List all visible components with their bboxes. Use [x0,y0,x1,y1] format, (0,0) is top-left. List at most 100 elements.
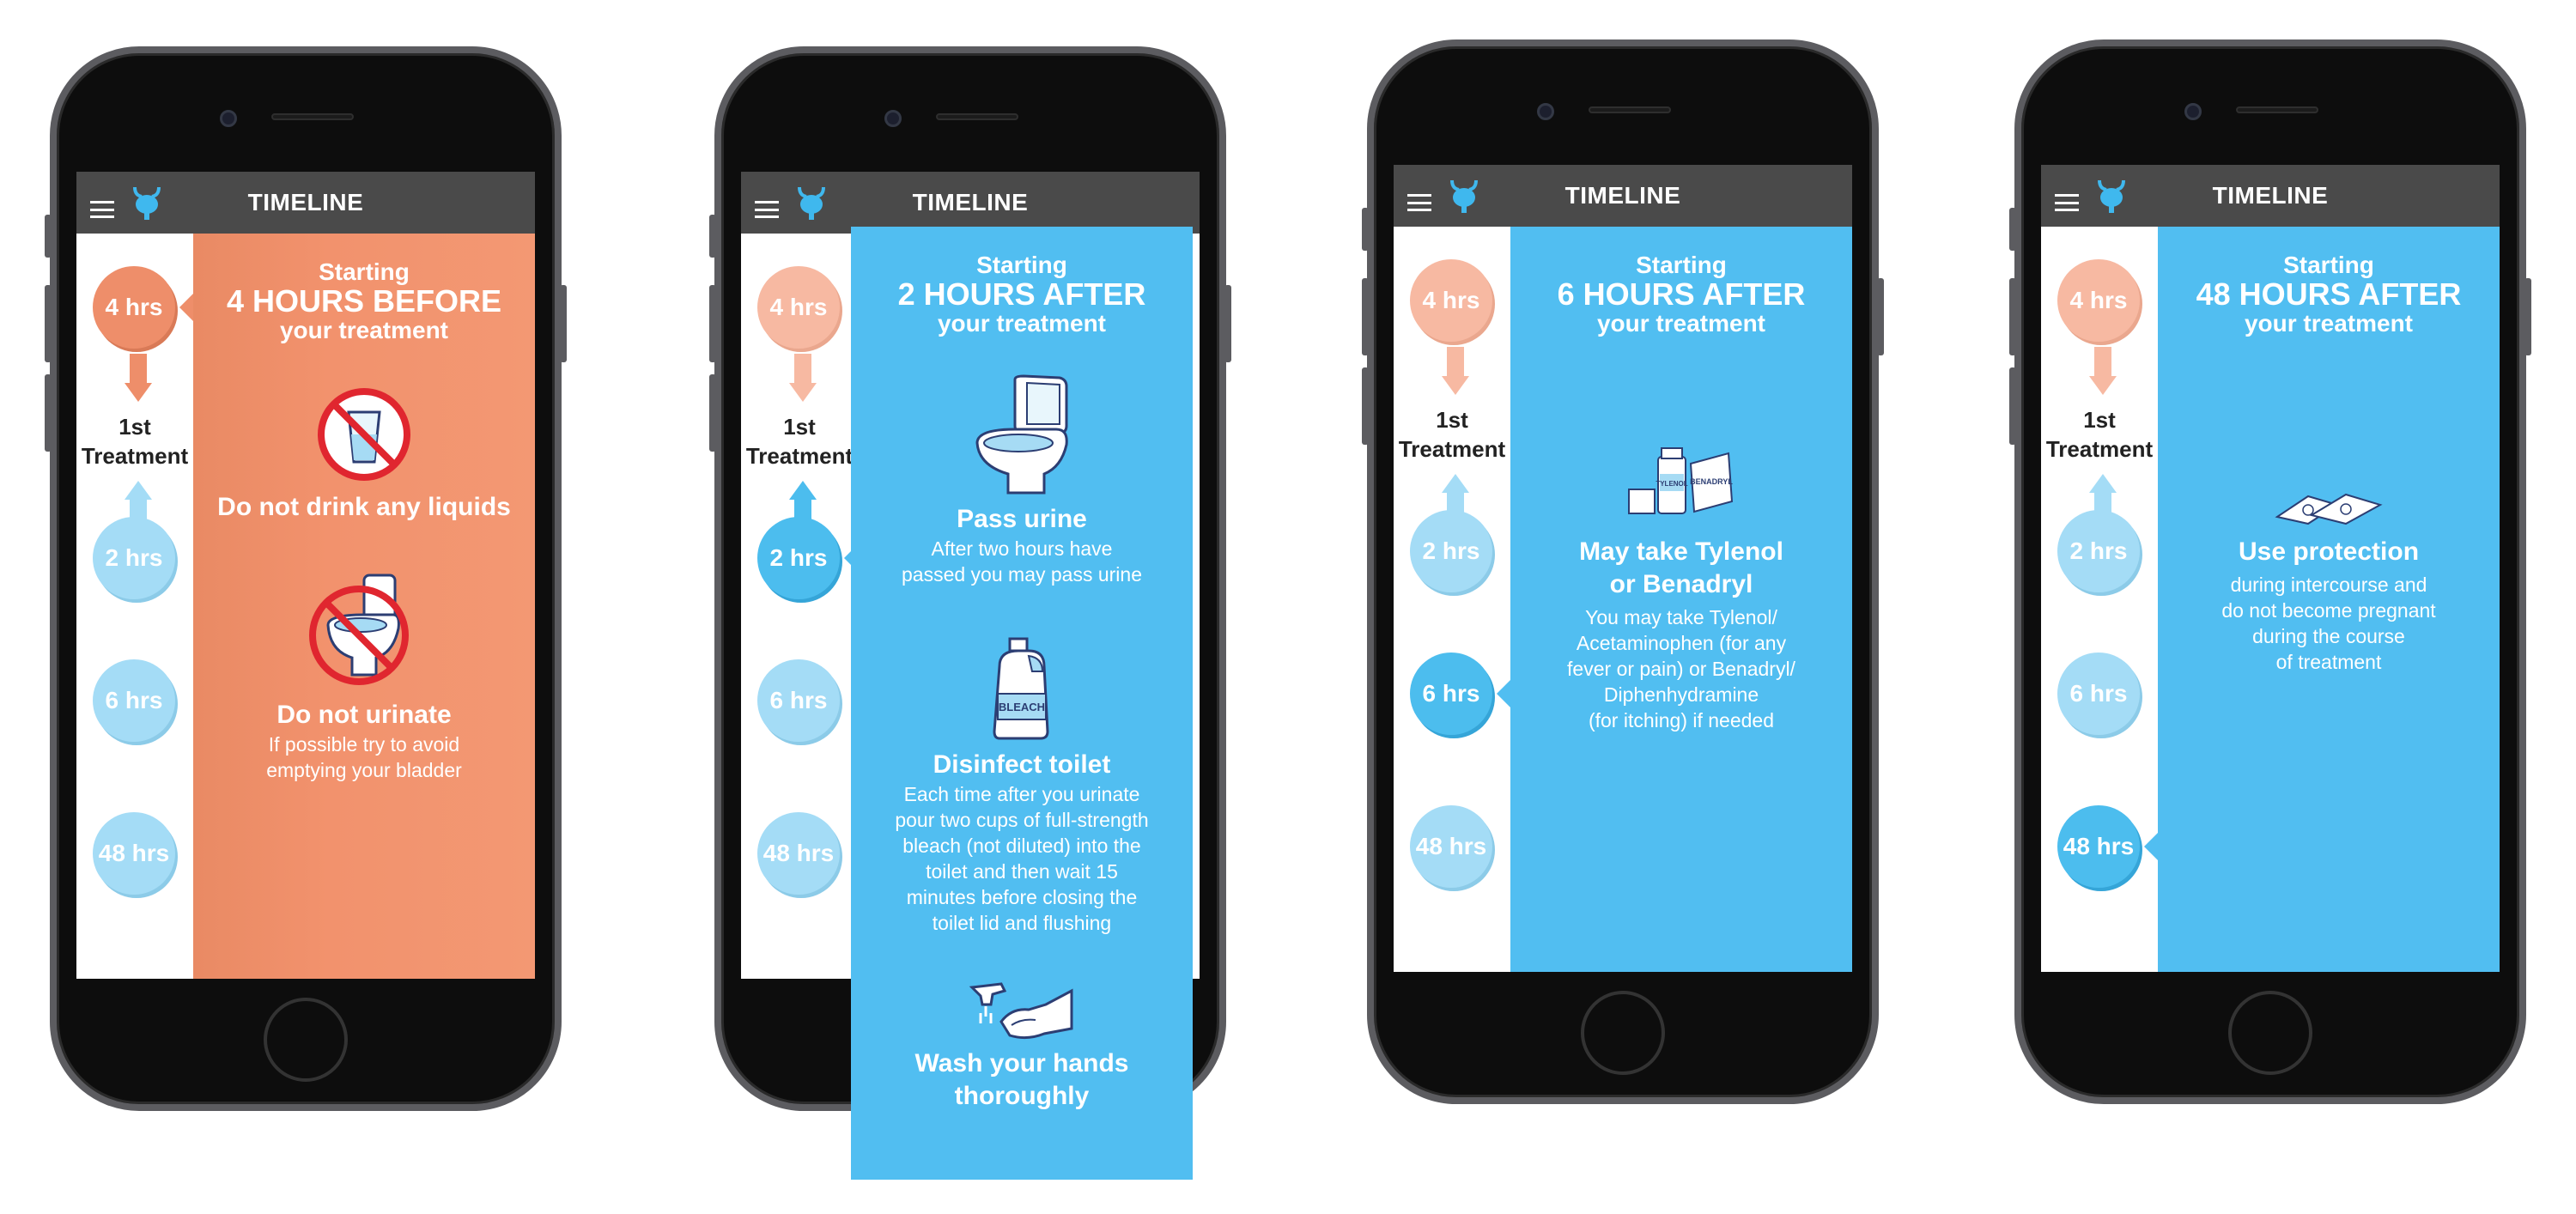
tylenol-label: TYLENOL [1656,480,1687,488]
front-camera [2184,103,2202,120]
arrow-down-icon [789,354,817,402]
app-header: TIMELINE [741,172,1200,234]
timeline-sidebar: 4 hrs 1st Treatment 2 hrs 6 hrs 48 hrs [2041,227,2158,972]
arrow-down-icon [2089,347,2117,395]
timeline-step-4-hrs[interactable]: 4 hrs [1410,259,1492,342]
timeline-step-48-hrs[interactable]: 48 hrs [2057,805,2140,888]
mute-switch [709,215,716,258]
panel-starting: Starting [1636,252,1727,278]
timeline-step-48-hrs[interactable]: 48 hrs [93,812,175,895]
timeline-step-4-hrs[interactable]: 4 hrs [757,266,840,349]
instruction-label: Do not urinate [276,701,452,729]
bleach-bottle-icon: BLEACH [993,637,1049,740]
home-button[interactable] [2228,991,2312,1075]
treatment-label-line2: Treatment [81,443,189,469]
label-line: Wash your hands [914,1049,1129,1077]
description-line: passed you may pass urine [902,563,1142,586]
active-step-pointer [2144,833,2158,860]
timeline-step-6-hrs[interactable]: 6 hrs [2057,653,2140,735]
label-line: thoroughly [954,1082,1090,1110]
home-button[interactable] [264,998,348,1082]
volume-down-button [1362,367,1369,445]
panel-starting: Starting [319,258,410,285]
treatment-label-line1: 1st [1436,407,1468,433]
volume-up-button [2009,278,2016,355]
header-title: TIMELINE [247,189,364,215]
timeline-step-6-hrs[interactable]: 6 hrs [757,659,840,742]
description-line: Each time after you urinate [903,783,1140,805]
description-line: fever or pain) or Benadryl/ [1567,658,1795,680]
volume-down-button [45,374,52,452]
timeline-step-4-hrs[interactable]: 4 hrs [93,266,175,349]
mute-switch [2009,208,2016,251]
timeline-step-2-hrs[interactable]: 2 hrs [1410,510,1492,592]
no-drinking-glass-icon [318,388,410,481]
description-line: of treatment [2275,651,2382,673]
instruction-label: Disinfect toilet [933,750,1111,779]
instruction-panel: Starting 6 HOURS AFTER your treatment TY… [1510,227,1852,972]
instruction-description: Each time after you urinate pour two cup… [851,781,1193,936]
hand-washing-icon [969,982,1073,1040]
timeline-step-48-hrs[interactable]: 48 hrs [1410,805,1492,888]
instruction-label: Pass urine [957,505,1087,533]
timeline-step-6-hrs[interactable]: 6 hrs [93,659,175,742]
home-button[interactable] [1581,991,1665,1075]
medicine-bottles-icon: TYLENOL BENADRYL [1628,447,1733,514]
front-camera [884,110,902,127]
app-header: TIMELINE [2041,165,2500,227]
panel-your-treatment: your treatment [1596,310,1766,337]
screen-3: TIMELINE 4 hrs 1st Treatment 2 hrs 6 hrs… [1394,165,1852,972]
power-button [560,285,567,362]
header-title: TIMELINE [2212,182,2329,209]
timeline-sidebar: 4 hrs 1st Treatment 2 hrs 6 hrs 48 hrs [741,234,858,979]
front-camera [1537,103,1554,120]
benadryl-label: BENADRYL [1690,477,1733,486]
description-line: pour two cups of full-strength [895,809,1149,831]
no-toilet-icon [309,574,409,685]
active-step-pointer [1497,680,1510,707]
instruction-label: Wash your hands thoroughly [851,1047,1193,1113]
panel-headline: 2 HOURS AFTER [897,276,1146,312]
label-line: or Benadryl [1609,570,1753,598]
app-header: TIMELINE [1394,165,1852,227]
arrow-down-icon [125,354,152,402]
instruction-label: Do not drink any liquids [217,493,511,521]
instruction-label: Use protection [2238,537,2420,566]
volume-up-button [45,285,52,362]
phone-4: TIMELINE 4 hrs 1st Treatment 2 hrs 6 hrs… [2009,39,2531,1104]
description-line: do not become pregnant [2221,599,2436,622]
description-line: After two hours have [931,537,1113,560]
treatment-label: 1st Treatment [741,412,858,470]
earpiece-speaker [2236,106,2318,113]
toilet-icon [975,374,1068,495]
volume-up-button [1362,278,1369,355]
timeline-step-4-hrs[interactable]: 4 hrs [2057,259,2140,342]
power-button [2524,278,2531,355]
treatment-label: 1st Treatment [76,412,193,470]
timeline-step-2-hrs[interactable]: 2 hrs [2057,510,2140,592]
instruction-description: If possible try to avoid emptying your b… [193,731,535,783]
active-step-pointer [179,294,193,321]
description-line: Acetaminophen (for any [1576,632,1787,654]
panel-headline: 4 HOURS BEFORE [226,283,502,319]
instruction-description: After two hours have passed you may pass… [851,536,1193,587]
timeline-step-2-hrs[interactable]: 2 hrs [93,517,175,599]
treatment-label-line2: Treatment [2045,436,2154,462]
treatment-label-line2: Treatment [745,443,854,469]
phone-1: TIMELINE 4 hrs 1st Treatment 2 hrs 6 hrs… [45,46,567,1111]
volume-down-button [2009,367,2016,445]
description-line: Diphenhydramine [1603,683,1759,706]
instruction-description: You may take Tylenol/ Acetaminophen (for… [1510,604,1852,733]
description-line: during intercourse and [2230,574,2427,596]
timeline-step-48-hrs[interactable]: 48 hrs [757,812,840,895]
timeline-step-6-hrs[interactable]: 6 hrs [1410,653,1492,735]
earpiece-speaker [1589,106,1671,113]
panel-your-treatment: your treatment [2244,310,2414,337]
panel-your-treatment: your treatment [937,310,1107,337]
mute-switch [45,215,52,258]
header-title: TIMELINE [1564,182,1681,209]
timeline-step-2-hrs[interactable]: 2 hrs [757,517,840,599]
description-line: (for itching) if needed [1588,709,1775,731]
treatment-label: 1st Treatment [2041,405,2158,464]
instruction-description: during intercourse and do not become pre… [2158,572,2500,675]
